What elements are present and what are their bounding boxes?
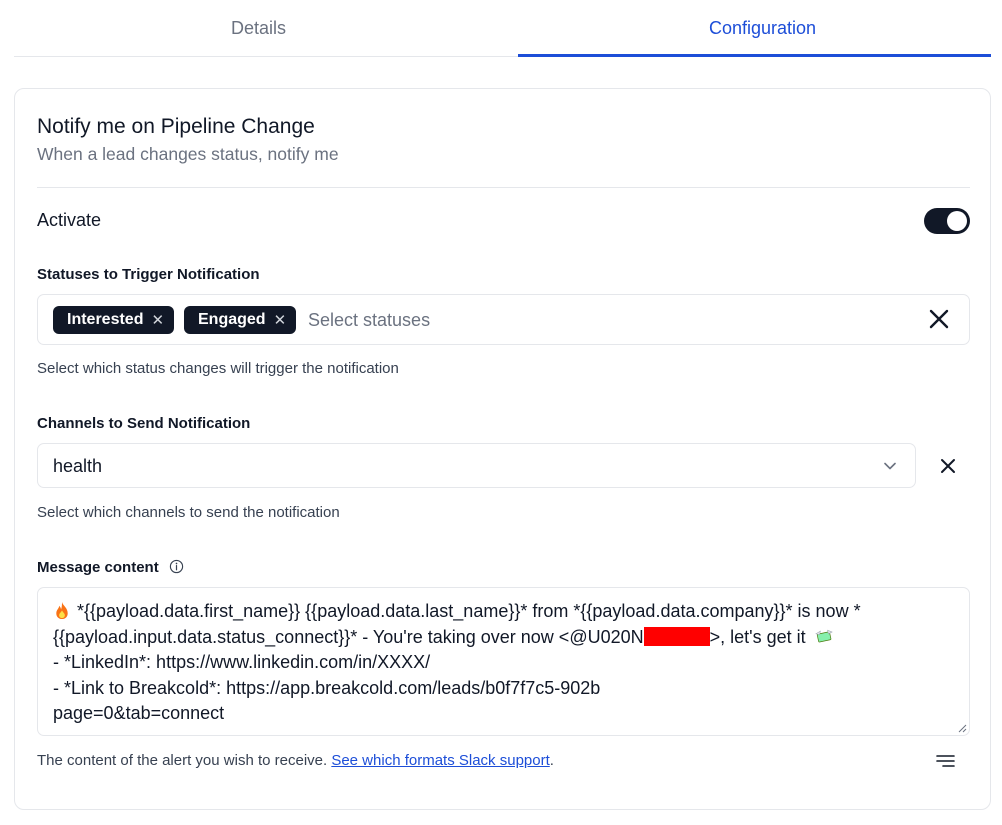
status-chip-label: Interested — [67, 311, 144, 328]
message-line-text: >, let's get it — [709, 626, 806, 647]
message-line-text: {{payload.input.data.status_connect}}* -… — [53, 626, 644, 647]
close-icon[interactable] — [927, 307, 951, 331]
message-help: The content of the alert you wish to rec… — [37, 752, 554, 769]
card-subtitle: When a lead changes status, notify me — [37, 144, 339, 164]
close-icon[interactable] — [939, 457, 957, 475]
chevron-down-icon — [884, 462, 896, 470]
text-format-icon[interactable] — [936, 752, 956, 770]
status-chip-label: Engaged — [198, 311, 266, 328]
info-icon[interactable] — [169, 559, 184, 574]
fire-icon — [56, 601, 68, 620]
tab-bar: Details Configuration — [14, 0, 991, 57]
message-help-trailing: . — [549, 752, 554, 769]
statuses-multiselect[interactable]: Interested ✕ Engaged ✕ — [37, 294, 970, 345]
resize-handle-icon[interactable] — [957, 723, 967, 733]
money-with-wings-icon — [814, 629, 833, 642]
channels-help: Select which channels to send the notifi… — [37, 504, 340, 521]
message-help-text: The content of the alert you wish to rec… — [37, 752, 332, 769]
activate-toggle[interactable] — [924, 208, 970, 234]
card-title: Notify me on Pipeline Change — [37, 115, 315, 138]
divider — [37, 187, 970, 188]
channels-select-value: health — [53, 456, 103, 476]
statuses-search-input[interactable] — [308, 306, 868, 334]
redaction-block — [643, 626, 710, 646]
message-line: *{{payload.data.first_name}} {{payload.d… — [53, 599, 954, 625]
tab-configuration[interactable]: Configuration — [518, 0, 1002, 57]
toggle-knob — [947, 211, 967, 231]
tab-details[interactable]: Details — [14, 0, 503, 57]
activate-label: Activate — [37, 210, 102, 230]
message-line: page=0&tab=connect — [53, 703, 225, 723]
message-label-text: Message content — [37, 559, 159, 576]
statuses-help: Select which status changes will trigger… — [37, 360, 399, 377]
notification-card: Notify me on Pipeline Change When a lead… — [14, 88, 991, 810]
message-line: - *LinkedIn*: https://www.linkedin.com/i… — [53, 652, 431, 672]
message-content-textarea[interactable]: *{{payload.data.first_name}} {{payload.d… — [37, 587, 970, 736]
message-line-text: *{{payload.data.first_name}} {{payload.d… — [77, 601, 861, 621]
active-tab-indicator — [518, 54, 991, 57]
slack-formats-link[interactable]: See which formats Slack support — [331, 752, 549, 769]
channels-label: Channels to Send Notification — [37, 415, 251, 432]
close-icon[interactable]: ✕ — [274, 311, 287, 329]
status-chip-interested[interactable]: Interested ✕ — [53, 306, 175, 334]
close-icon[interactable]: ✕ — [151, 311, 164, 329]
status-chip-engaged[interactable]: Engaged ✕ — [184, 306, 297, 334]
message-label: Message content — [37, 559, 184, 576]
message-line: {{payload.input.data.status_connect}}* -… — [53, 625, 954, 651]
statuses-label: Statuses to Trigger Notification — [37, 266, 260, 283]
channels-select[interactable]: health — [37, 443, 916, 488]
message-line: - *Link to Breakcold*: https://app.break… — [53, 677, 601, 698]
